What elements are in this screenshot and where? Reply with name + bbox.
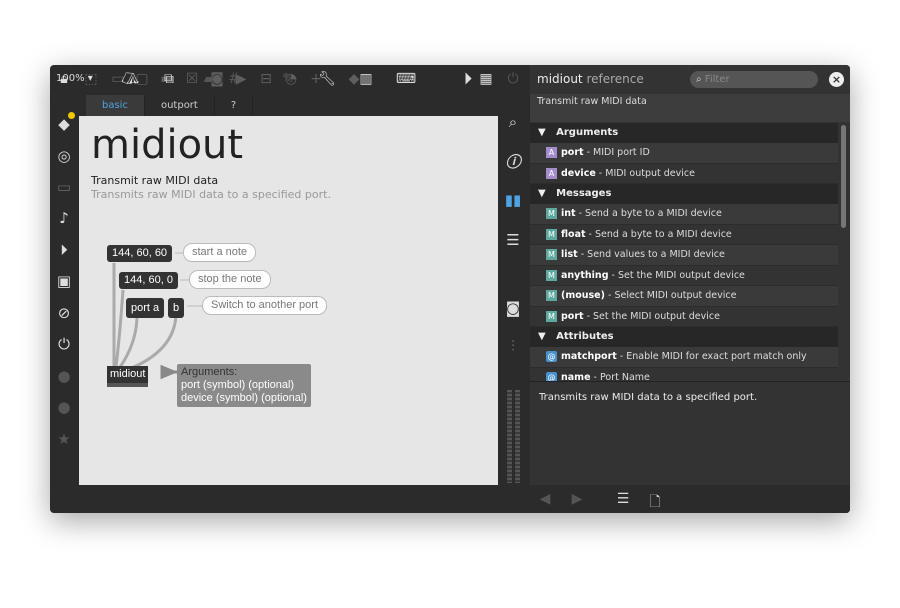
piano-icon[interactable]: ▥ [355,71,377,87]
search-icon[interactable]: ⌕ [501,113,525,131]
args-line: port (symbol) (optional) [181,379,295,391]
comment-stop-note: stop the note [189,270,271,289]
message-box-note-on[interactable]: 144, 60, 60 [107,245,173,262]
plug-icon[interactable]: ⏻ [52,335,76,353]
argument-badge-icon: A [546,167,557,179]
slider-icon[interactable]: ⊟ [256,71,276,87]
presentation-mode-icon[interactable]: ⛺︎ [119,71,141,87]
list-item[interactable]: Adevice - MIDI output device [530,164,838,184]
wrench-icon[interactable]: 🔧︎ [316,71,338,87]
reference-footer: Transmits raw MIDI data to a specified p… [539,392,758,403]
reference-bottom-bar: ◀ ▶ ☰ 🗋 [530,485,850,513]
select-icon[interactable]: ⬚ [80,71,102,87]
message-badge-icon: M [546,208,557,219]
message-badge-icon: M [546,228,557,240]
reference-panel: midiout reference ⌕ Filter × Transmit ra… [530,65,850,513]
list-item[interactable]: @ matchport - Enable MIDI for exact port … [530,347,838,368]
level-meter-right [515,390,520,483]
reference-title: midiout reference [537,72,644,86]
list-item[interactable]: M (mouse) - Select MIDI output device [530,286,838,307]
section-arguments[interactable]: ▼ Arguments [530,123,838,143]
message-badge-icon: M [546,249,557,260]
tab-basic[interactable]: basic [86,95,145,116]
args-title: Arguments: [181,366,238,378]
music-note-icon[interactable]: ♪ [52,209,76,227]
list-icon[interactable]: ☰ [501,231,525,249]
hide-icon[interactable]: ▰ [198,71,220,87]
list-item[interactable]: Mfloat - Send a byte to a MIDI device [530,225,838,245]
argument-badge-icon: A [546,147,557,158]
message-badge-icon: M [546,290,557,301]
paperclip-icon[interactable]: ⊘ [52,304,76,322]
image-icon[interactable]: ▣ [52,272,76,290]
tab-help[interactable]: ? [215,95,254,116]
back-icon[interactable]: ◀ [534,491,556,507]
add-paperclip-icon[interactable]: ✎ [277,71,299,87]
menu-icon[interactable]: ☰ [612,491,634,507]
arguments-hint: Arguments: port (symbol) (optional) devi… [177,364,311,407]
list-item[interactable]: Mport - Set the MIDI output device [530,307,838,327]
step-icon[interactable]: ⏵ [52,241,76,259]
v-icon[interactable]: ● [52,367,76,385]
power-icon[interactable]: ⏻ [502,71,524,87]
max-window: 100% ▾ ▭ ▢ ▬ ☒ ◙ ▶ ⊟ ◔ + ◆ ▦ basic outpo… [50,65,850,513]
tab-outport[interactable]: outport [145,95,215,116]
comment-switch-port: Switch to another port [202,296,328,315]
film-icon[interactable]: ▭ [52,178,76,196]
list-item[interactable]: Mlist - Send values to a MIDI device [530,245,838,266]
target-icon[interactable]: ◎ [52,147,76,165]
info-icon[interactable]: ⓘ [501,151,525,172]
star-icon[interactable]: ★ [52,430,76,448]
reference-icon[interactable]: ▮▮ [501,191,525,209]
ref-title-suffix: reference [586,72,644,86]
mixer-icon[interactable]: ⫶ [501,337,525,355]
document-icon[interactable]: 🗋 [644,491,666,513]
list-item[interactable]: Aport - MIDI port ID [530,143,838,164]
list-item[interactable]: @ name - Port Name [530,368,838,382]
message-box-note-off[interactable]: 144, 60, 0 [119,272,178,289]
play-icon[interactable]: ⏵ [457,69,479,89]
message-badge-icon: M [546,310,557,322]
args-line: device (symbol) (optional) [181,392,307,404]
scrollbar[interactable] [841,125,846,228]
section-attributes[interactable]: ▼ Attributes [530,327,838,347]
attribute-badge-icon: @ [546,351,557,362]
digest: Transmit raw MIDI data [530,94,850,122]
list-item[interactable]: Manything - Set the MIDI output device [530,266,838,286]
comment-start-note: start a note [183,243,257,262]
cube-icon[interactable]: ◆ [52,112,76,133]
b-icon[interactable]: ● [52,398,76,416]
filter-input[interactable]: ⌕ Filter [690,71,818,88]
message-box-b[interactable]: b [168,298,185,318]
list-item[interactable]: Mint - Send a byte to a MIDI device [530,204,838,225]
reference-list: ▼ Arguments Aport - MIDI port ID Adevice… [530,123,838,382]
tab-bar: basic outport ? [86,95,254,116]
midiout-object[interactable]: midiout [107,366,149,387]
forward-icon[interactable]: ▶ [566,491,588,507]
filter-placeholder: Filter [704,74,730,85]
level-meter-left [507,390,512,483]
message-badge-icon: M [546,269,557,281]
ref-object-name: midiout [537,72,583,86]
search-icon: ⌕ [696,74,702,85]
camera-icon[interactable]: ◙ [501,299,525,317]
lock-icon[interactable]: 🔒︎ [53,71,75,87]
section-messages[interactable]: ▼ Messages [530,184,838,204]
close-icon[interactable]: × [829,72,844,87]
grid-icon[interactable]: ▦ [476,71,496,87]
windows-icon[interactable]: ⧉ [158,71,180,87]
keyboard-icon[interactable]: ⌨ [395,71,417,87]
message-box-port-a[interactable]: port a [126,298,165,318]
patcher-canvas[interactable]: midiout Transmit raw MIDI data Transmits… [79,116,498,485]
grid-toggle-icon[interactable]: # [223,71,245,87]
divider [530,381,850,382]
